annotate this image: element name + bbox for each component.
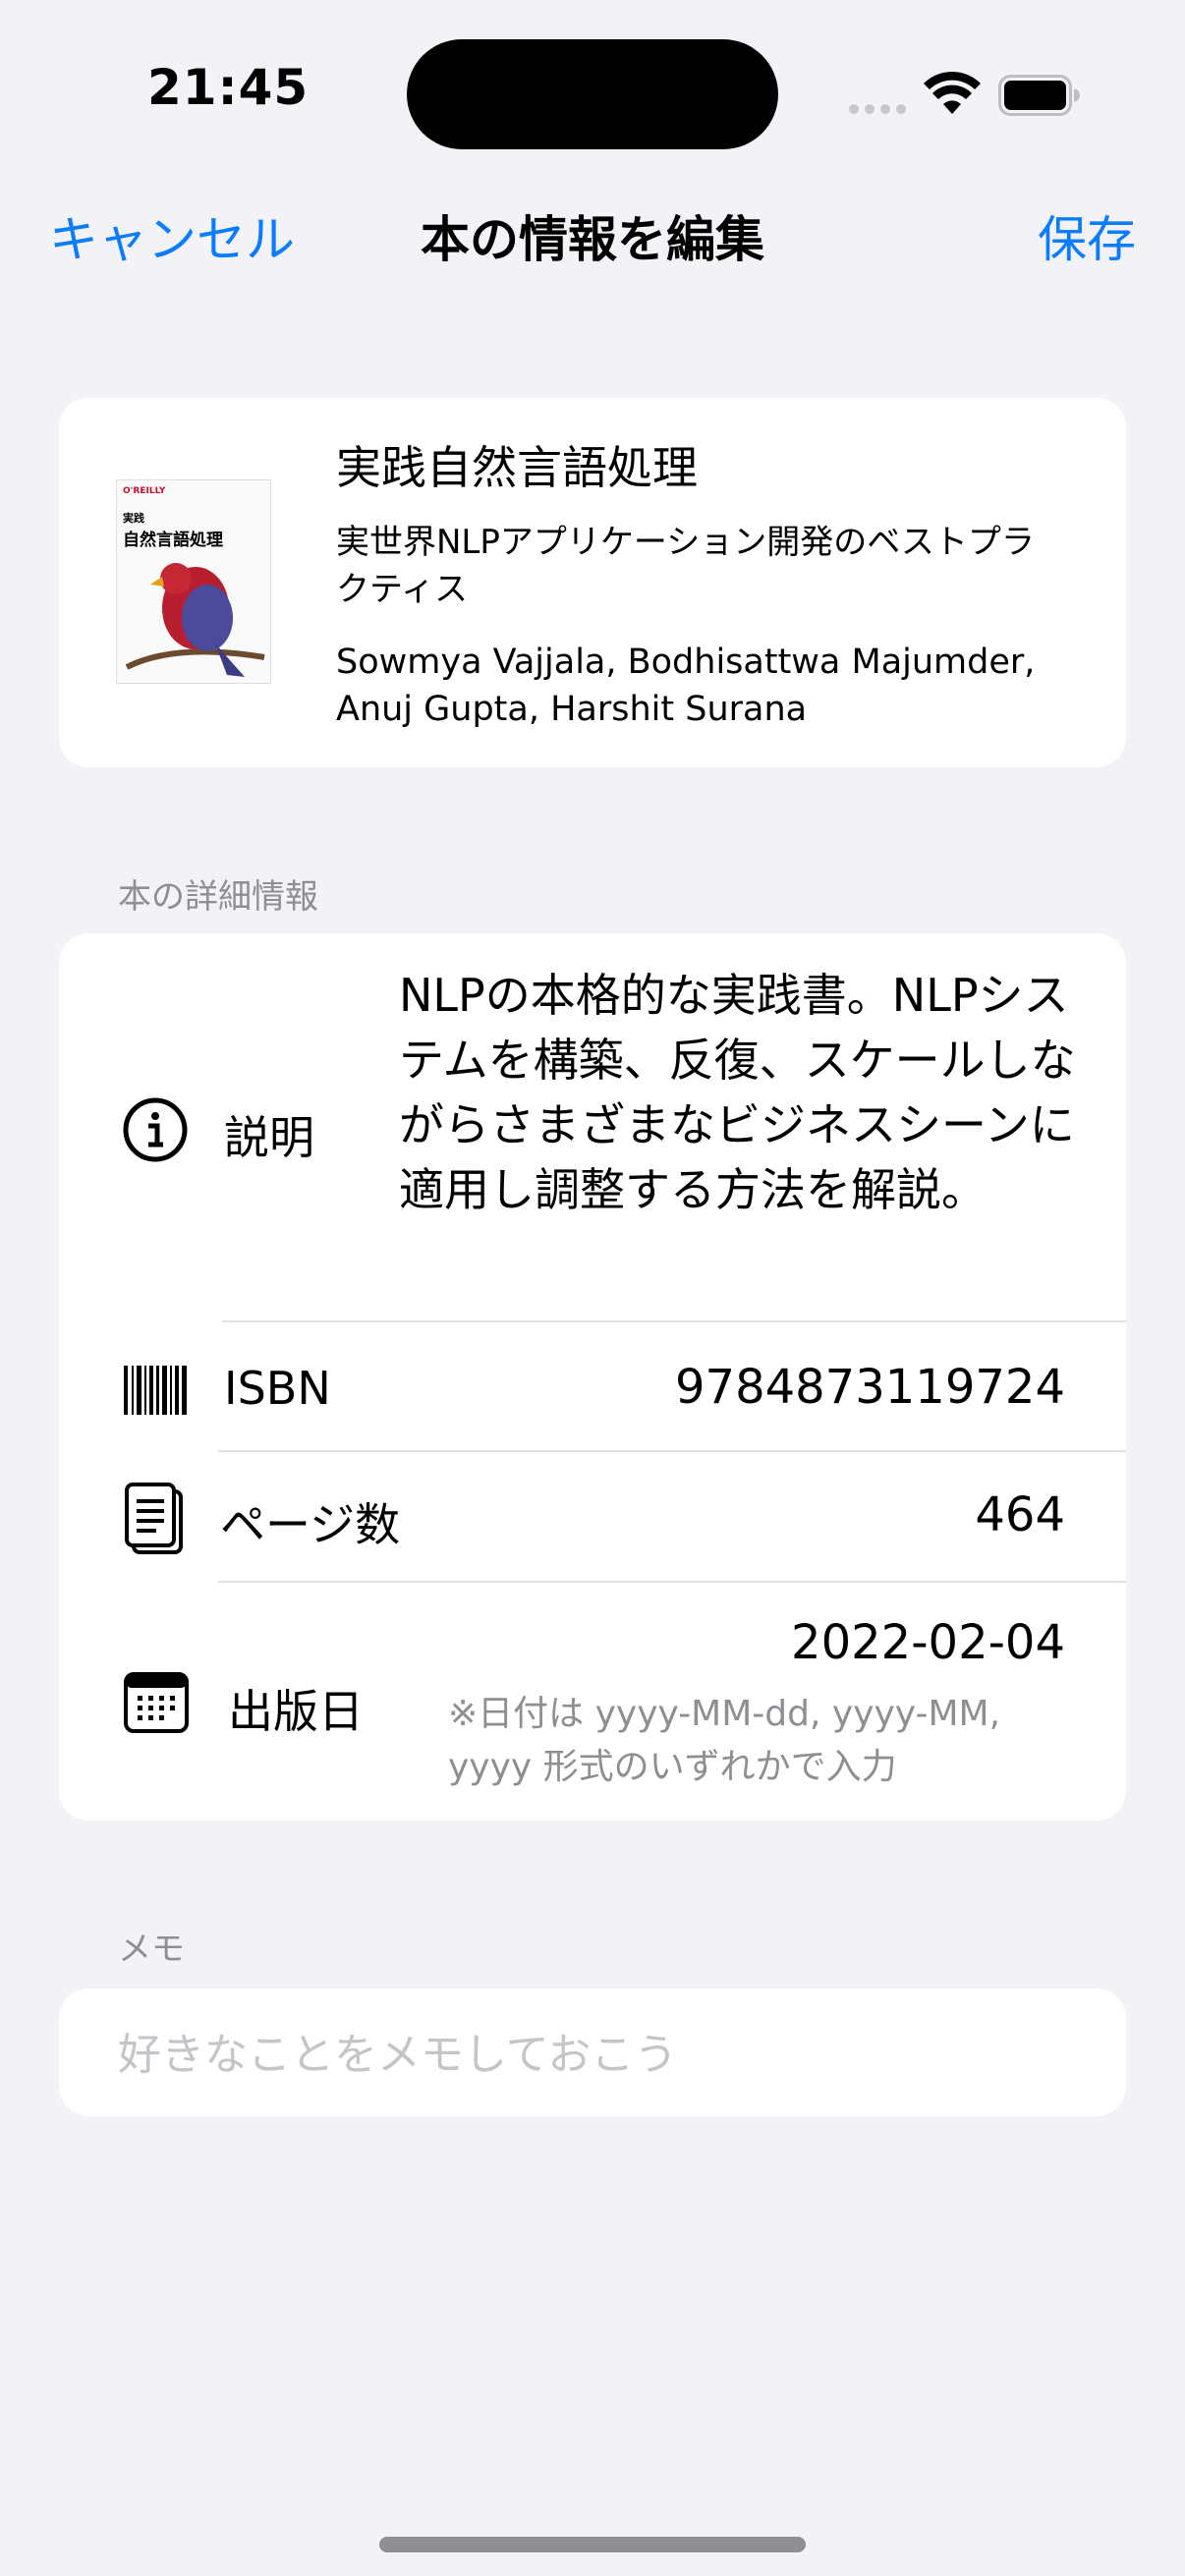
memo-input[interactable] — [118, 2020, 1081, 2089]
isbn-field[interactable]: 9784873119724 — [675, 1360, 1065, 1415]
cover-publisher-logo: O'REILLY — [123, 486, 166, 496]
memo-section-label: メモ — [118, 1930, 185, 1969]
book-title: 実践自然言語処理 — [336, 441, 698, 494]
cover-title: 自然言語処理 — [123, 531, 223, 550]
book-subtitle: 実世界NLPアプリケーション開発のベストプラクティス — [336, 523, 1035, 609]
dynamic-island — [407, 39, 778, 149]
home-indicator[interactable] — [379, 2537, 806, 2552]
description-label: 説明 — [224, 1111, 314, 1164]
cellular-signal-icon — [849, 102, 908, 116]
description-field[interactable]: NLPの本格的な実践書。NLPシステムを構築、反復、スケールしながらさまざまなビ… — [399, 963, 1087, 1222]
page-title: 本の情報を編集 — [421, 211, 764, 268]
pages-icon — [125, 1483, 183, 1554]
save-button[interactable]: 保存 — [1038, 200, 1136, 271]
book-cover-image: O'REILLY 実践 自然言語処理 — [116, 479, 271, 684]
cover-series: 実践 — [123, 512, 144, 525]
divider — [222, 1320, 1126, 1322]
calendar-icon — [124, 1672, 189, 1733]
publish-date-field[interactable]: 2022-02-04 — [791, 1615, 1065, 1670]
pages-field[interactable]: 464 — [975, 1487, 1065, 1542]
divider — [218, 1581, 1126, 1583]
date-format-hint: ※日付は yyyy-MM-dd, yyyy-MM, yyyy 形式のいずれかで入… — [448, 1694, 1001, 1787]
pages-label: ページ数 — [220, 1498, 401, 1551]
battery-icon — [998, 75, 1080, 116]
book-authors: Sowmya Vajjala, Bodhisattwa Majumder, An… — [336, 643, 1036, 729]
info-icon — [123, 1097, 188, 1162]
details-section-label: 本の詳細情報 — [118, 877, 318, 917]
barcode-icon — [124, 1366, 187, 1415]
status-time: 21:45 — [147, 59, 310, 116]
wifi-icon — [924, 71, 981, 114]
divider — [218, 1450, 1126, 1452]
isbn-label: ISBN — [224, 1362, 331, 1415]
publish-date-label: 出版日 — [228, 1685, 364, 1738]
cover-bird-illustration — [125, 563, 265, 677]
